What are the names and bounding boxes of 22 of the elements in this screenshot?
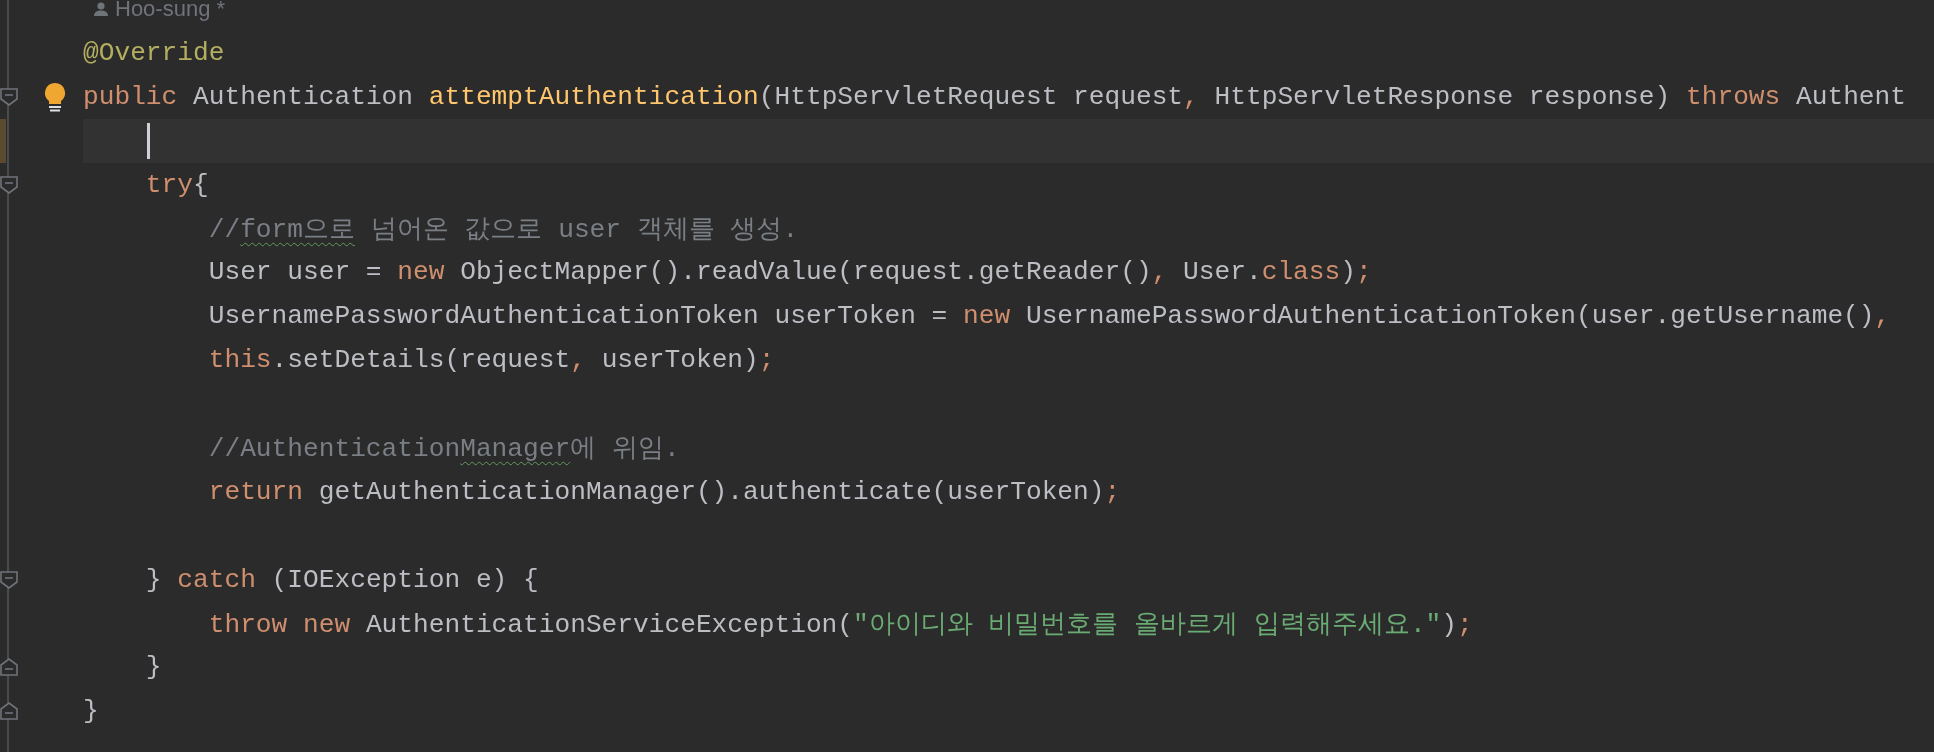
code-line: this.setDetails(request, userToken); [207, 345, 775, 376]
code-line: //form으로 넘어온 값으로 user 객체를 생성. [207, 213, 799, 246]
author-name[interactable]: Hoo-sung * [115, 0, 226, 22]
code-line: } [144, 652, 162, 683]
lightbulb-icon[interactable] [42, 81, 67, 112]
code-line: } catch (IOException e) { [144, 564, 539, 595]
code-line: User user = new ObjectMapper().readValue(request.getReader(), User.class); [207, 257, 1372, 288]
fold-marker-icon[interactable] [0, 657, 18, 678]
person-icon [93, 0, 109, 17]
fold-marker-icon[interactable] [0, 174, 18, 195]
code-line: //AuthenticationManager에 위임. [207, 433, 680, 466]
code-line: public Authentication attemptAuthentication(HttpServletRequest request, HttpServletResponse response) throws Authent [83, 81, 1906, 112]
fold-marker-icon[interactable] [0, 569, 18, 590]
code-line: UsernamePasswordAuthenticationToken userToken = new UsernamePasswordAuthenticationToken(user.getUsername(), [207, 301, 1891, 332]
fold-marker-icon[interactable] [0, 701, 18, 722]
fold-marker-icon[interactable] [0, 86, 18, 107]
code-line: throw new AuthenticationServiceException("아이디와 비밀번호를 올바르게 입력해주세요."); [207, 608, 1473, 641]
code-line: } [83, 696, 99, 727]
text-cursor [147, 122, 150, 159]
code-line: return getAuthenticationManager().authenticate(userToken); [207, 476, 1121, 507]
code-line: @Override [83, 37, 225, 68]
code-line: try{ [144, 169, 209, 200]
